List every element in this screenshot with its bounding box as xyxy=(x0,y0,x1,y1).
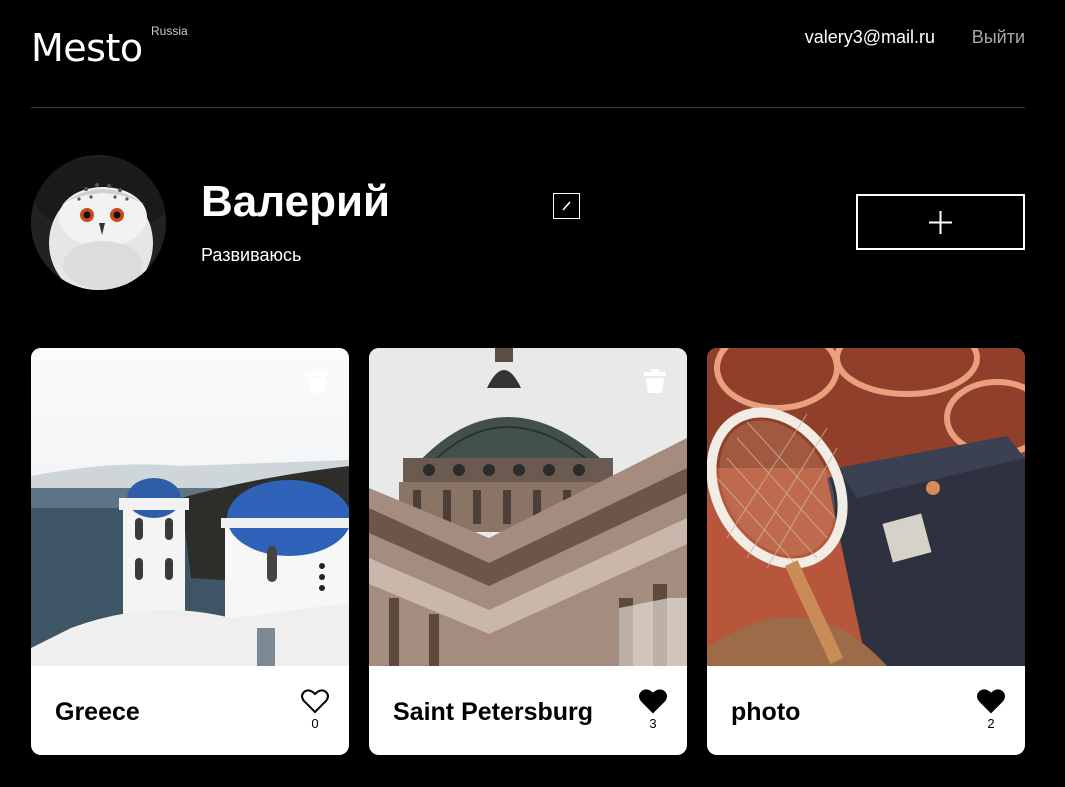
logout-link[interactable]: Выйти xyxy=(972,27,1025,48)
profile-about: Развиваюсь xyxy=(201,245,302,265)
trash-icon[interactable] xyxy=(644,369,666,393)
edit-profile-button[interactable] xyxy=(553,193,580,219)
like-count: 0 xyxy=(311,716,319,731)
heart-icon[interactable] xyxy=(639,688,667,714)
card-title: Saint Petersburg xyxy=(393,698,594,726)
card: Saint Petersburg 3 xyxy=(369,348,687,755)
avatar[interactable] xyxy=(31,155,166,290)
plus-icon xyxy=(929,211,952,234)
like-count: 2 xyxy=(987,716,995,731)
add-card-button[interactable] xyxy=(856,194,1025,250)
card-image[interactable] xyxy=(707,348,1025,666)
card-image[interactable] xyxy=(369,348,687,666)
logo-region-label: Russia xyxy=(151,24,188,38)
logo[interactable]: Mesto Russia xyxy=(31,24,188,74)
like-count: 3 xyxy=(649,716,657,731)
pencil-icon xyxy=(562,201,571,211)
card: photo 2 xyxy=(707,348,1025,755)
page: Mesto Russia valery3@mail.ru Выйти Валер… xyxy=(0,0,1065,787)
user-email: valery3@mail.ru xyxy=(804,27,935,47)
logo-text: Mesto xyxy=(31,26,143,70)
trash-icon[interactable] xyxy=(306,369,328,393)
owl-avatar-image xyxy=(31,155,166,290)
cards-grid: Greece 0 Saint Petersburg 3 photo 2 xyxy=(31,348,1025,755)
card: Greece 0 xyxy=(31,348,349,755)
header: Mesto Russia valery3@mail.ru Выйти xyxy=(31,0,1025,108)
heart-icon[interactable] xyxy=(301,688,329,714)
heart-icon[interactable] xyxy=(977,688,1005,714)
card-title: Greece xyxy=(55,698,140,726)
card-image[interactable] xyxy=(31,348,349,666)
profile-name: Валерий xyxy=(201,177,391,226)
card-title: photo xyxy=(731,698,801,726)
